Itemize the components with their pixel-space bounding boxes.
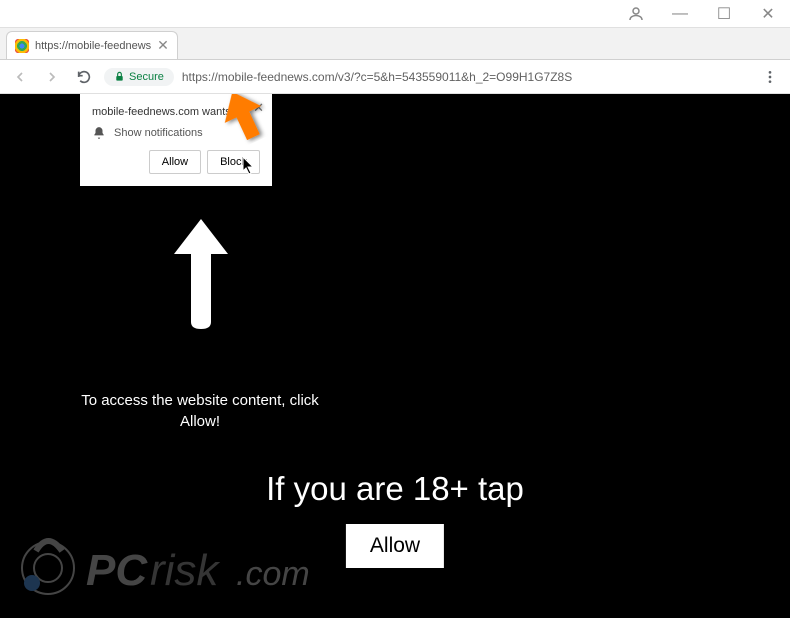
back-button[interactable] bbox=[8, 65, 32, 89]
secure-label: Secure bbox=[129, 71, 164, 83]
page-allow-button[interactable]: Allow bbox=[346, 524, 444, 568]
pcrisk-watermark: PC risk .com bbox=[18, 523, 378, 613]
secure-badge[interactable]: Secure bbox=[104, 68, 174, 86]
svg-text:risk: risk bbox=[150, 546, 220, 595]
bell-icon bbox=[92, 126, 106, 140]
lock-icon bbox=[114, 71, 125, 82]
window-titlebar: — ☐ ✕ bbox=[0, 0, 790, 28]
maximize-button[interactable]: ☐ bbox=[702, 0, 746, 27]
account-icon[interactable] bbox=[614, 0, 658, 27]
minimize-button[interactable]: — bbox=[658, 0, 702, 27]
notification-popup: ✕ mobile-feednews.com wants to Show noti… bbox=[80, 94, 272, 186]
close-window-button[interactable]: ✕ bbox=[746, 0, 790, 27]
page-viewport: ✕ mobile-feednews.com wants to Show noti… bbox=[0, 94, 790, 618]
menu-button[interactable] bbox=[758, 65, 782, 89]
age-verification-text: If you are 18+ tap bbox=[0, 470, 790, 508]
reload-button[interactable] bbox=[72, 65, 96, 89]
url-input[interactable] bbox=[182, 70, 750, 84]
tab-bar: https://mobile-feednews ✕ bbox=[0, 28, 790, 60]
browser-window: — ☐ ✕ https://mobile-feednews ✕ Secure bbox=[0, 0, 790, 618]
forward-button[interactable] bbox=[40, 65, 64, 89]
notification-block-button[interactable]: Block bbox=[207, 150, 260, 174]
access-instruction-text: To access the website content, click All… bbox=[78, 390, 322, 432]
notification-action-label: Show notifications bbox=[114, 127, 203, 139]
notification-allow-button[interactable]: Allow bbox=[149, 150, 201, 174]
favicon-icon bbox=[15, 39, 29, 53]
notification-site-label: mobile-feednews.com wants to bbox=[92, 106, 260, 118]
svg-text:PC: PC bbox=[86, 546, 148, 595]
svg-text:.com: .com bbox=[236, 555, 310, 593]
tab-close-icon[interactable]: ✕ bbox=[157, 37, 169, 54]
notification-close-icon[interactable]: ✕ bbox=[253, 100, 264, 116]
address-bar: Secure bbox=[0, 60, 790, 94]
white-up-arrow-icon bbox=[166, 214, 236, 334]
tab-title: https://mobile-feednews bbox=[35, 40, 151, 52]
browser-tab[interactable]: https://mobile-feednews ✕ bbox=[6, 31, 178, 59]
